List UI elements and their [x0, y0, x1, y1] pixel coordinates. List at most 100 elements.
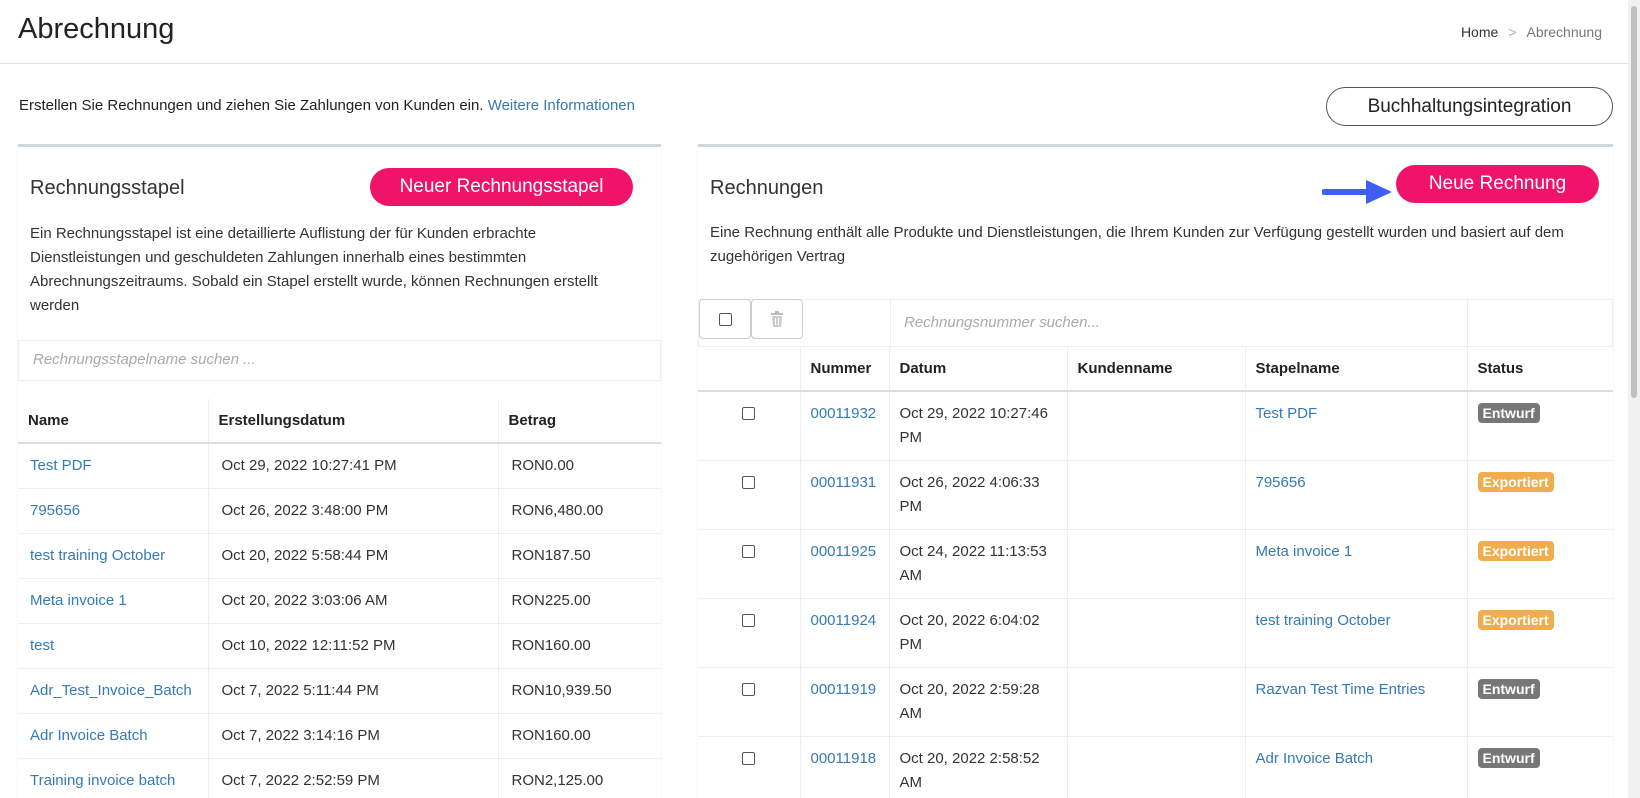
invoice-row[interactable]: 00011918 Oct 20, 2022 2:58:52 AM Adr Invoi…	[698, 736, 1613, 798]
invoice-number-link[interactable]: 00011932	[811, 405, 877, 422]
invoice-status-cell: Entwurf	[1467, 736, 1613, 798]
invoice-customer-cell	[1067, 667, 1246, 737]
batch-created-cell: Oct 7, 2022 2:52:59 PM	[208, 758, 499, 798]
batch-name-link[interactable]: Adr_Test_Invoice_Batch	[30, 682, 192, 699]
invoice-row[interactable]: 00011919 Oct 20, 2022 2:59:28 AM Razvan Te…	[698, 667, 1613, 737]
invoice-select-cell	[698, 529, 801, 599]
batch-search-input[interactable]	[33, 351, 633, 368]
invoice-status-cell: Entwurf	[1467, 667, 1613, 737]
batch-created-cell: Oct 7, 2022 3:14:16 PM	[208, 713, 499, 759]
row-checkbox[interactable]	[742, 751, 756, 765]
breadcrumb-home-link[interactable]: Home	[1461, 24, 1498, 40]
batch-row[interactable]: Adr Invoice Batch Oct 7, 2022 3:14:16 PM R…	[18, 713, 661, 759]
column-header-number[interactable]: Nummer	[800, 347, 890, 392]
invoice-number-cell: 00011932	[800, 391, 890, 461]
status-badge: Entwurf	[1477, 678, 1540, 699]
batch-row[interactable]: 795656 Oct 26, 2022 3:48:00 PM RON6,480.00	[18, 488, 661, 534]
new-batch-button[interactable]: Neuer Rechnungsstapel	[370, 168, 633, 206]
invoice-row[interactable]: 00011924 Oct 20, 2022 6:04:02 PM test trai…	[698, 598, 1613, 668]
column-header-amount[interactable]: Betrag	[498, 399, 661, 444]
batch-name-link[interactable]: Test PDF	[30, 457, 92, 474]
invoice-date-cell: Oct 20, 2022 6:04:02 PM	[889, 598, 1068, 668]
batch-created-cell: Oct 10, 2022 12:11:52 PM	[208, 623, 499, 669]
invoice-select-cell	[698, 598, 801, 668]
status-badge: Exportiert	[1477, 471, 1554, 492]
batch-row[interactable]: Meta invoice 1 Oct 20, 2022 3:03:06 AM RON…	[18, 578, 661, 624]
batch-created-cell: Oct 20, 2022 3:03:06 AM	[208, 578, 499, 624]
column-header-status[interactable]: Status	[1467, 347, 1613, 392]
invoice-row[interactable]: 00011931 Oct 26, 2022 4:06:33 PM 795656 Exp…	[698, 460, 1613, 530]
batch-amount-cell: RON160.00	[498, 713, 661, 759]
invoice-batch-link[interactable]: Meta invoice 1	[1256, 543, 1353, 560]
column-header-name[interactable]: Name	[18, 399, 209, 444]
invoice-number-link[interactable]: 00011931	[811, 474, 877, 491]
invoice-number-link[interactable]: 00011925	[811, 543, 877, 560]
invoice-row[interactable]: 00011932 Oct 29, 2022 10:27:46 PM Test PDF…	[698, 391, 1613, 461]
status-badge: Entwurf	[1477, 403, 1540, 423]
batch-row[interactable]: Training invoice batch Oct 7, 2022 2:52:5…	[18, 758, 661, 798]
accounting-integration-button[interactable]: Buchhaltungsintegration	[1326, 87, 1613, 126]
invoice-batches-panel: Rechnungsstapel Neuer Rechnungsstapel Ei…	[18, 144, 661, 798]
invoice-batch-link[interactable]: test training October	[1256, 612, 1391, 629]
row-checkbox[interactable]	[742, 544, 756, 558]
invoice-number-cell: 00011924	[800, 598, 890, 668]
batch-name-cell: Adr Invoice Batch	[18, 713, 209, 759]
arrow-right-icon	[1322, 180, 1392, 204]
batch-amount-cell: RON10,939.50	[498, 668, 661, 714]
invoice-customer-cell	[1067, 736, 1246, 798]
invoice-batch-cell: test training October	[1245, 598, 1468, 668]
invoice-select-cell	[698, 460, 801, 530]
row-checkbox[interactable]	[742, 407, 756, 420]
batch-name-link[interactable]: Training invoice batch	[30, 772, 175, 789]
new-invoice-button[interactable]: Neue Rechnung	[1396, 165, 1599, 203]
row-checkbox[interactable]	[742, 682, 756, 696]
row-checkbox[interactable]	[742, 475, 756, 489]
batch-name-link[interactable]: Adr Invoice Batch	[30, 727, 148, 744]
batch-created-cell: Oct 20, 2022 5:58:44 PM	[208, 533, 499, 579]
invoice-status-cell: Exportiert	[1467, 598, 1613, 668]
invoice-number-cell: 00011918	[800, 736, 890, 798]
select-all-button[interactable]	[699, 299, 751, 339]
page-scrollbar[interactable]	[1628, 0, 1640, 798]
invoice-number-link[interactable]: 00011919	[811, 681, 877, 698]
intro-text: Erstellen Sie Rechnungen und ziehen Sie …	[19, 97, 635, 114]
status-badge: Entwurf	[1477, 747, 1540, 768]
batch-row[interactable]: test Oct 10, 2022 12:11:52 PM RON160.00	[18, 623, 661, 669]
batch-row[interactable]: test training October Oct 20, 2022 5:58:4…	[18, 533, 661, 579]
batch-name-link[interactable]: test training October	[30, 547, 165, 564]
batches-table: Name Erstellungsdatum Betrag Test PDF Oct…	[18, 399, 661, 798]
column-header-date[interactable]: Datum	[889, 347, 1068, 392]
invoice-search-input[interactable]	[904, 314, 1444, 331]
invoice-number-link[interactable]: 00011924	[811, 612, 877, 629]
batch-created-cell: Oct 26, 2022 3:48:00 PM	[208, 488, 499, 534]
invoice-batch-link[interactable]: Test PDF	[1256, 405, 1318, 422]
batch-name-link[interactable]: Meta invoice 1	[30, 592, 127, 609]
invoice-row[interactable]: 00011925 Oct 24, 2022 11:13:53 AM Meta inv…	[698, 529, 1613, 599]
invoice-number-link[interactable]: 00011918	[811, 750, 877, 767]
invoice-date-cell: Oct 24, 2022 11:13:53 AM	[889, 529, 1068, 599]
scrollbar-thumb[interactable]	[1631, 6, 1637, 398]
batch-row[interactable]: Test PDF Oct 29, 2022 10:27:41 PM RON0.00	[18, 443, 661, 489]
column-header-customer[interactable]: Kundenname	[1067, 347, 1246, 392]
column-header-created[interactable]: Erstellungsdatum	[208, 399, 499, 444]
batch-name-link[interactable]: 795656	[30, 502, 80, 519]
trash-icon	[771, 311, 783, 327]
batch-row[interactable]: Adr_Test_Invoice_Batch Oct 7, 2022 5:11:4…	[18, 668, 661, 714]
batch-name-link[interactable]: test	[30, 637, 54, 654]
invoices-panel: Rechnungen Neue Rechnung Eine Rechnung e…	[698, 144, 1613, 798]
delete-button[interactable]	[751, 299, 803, 339]
invoice-batch-link[interactable]: Razvan Test Time Entries	[1256, 681, 1426, 698]
batch-name-cell: Training invoice batch	[18, 758, 209, 798]
row-checkbox[interactable]	[742, 613, 756, 627]
column-header-select	[698, 347, 801, 392]
more-info-link[interactable]: Weitere Informationen	[488, 97, 635, 114]
invoice-batch-cell: Meta invoice 1	[1245, 529, 1468, 599]
intro-sentence: Erstellen Sie Rechnungen und ziehen Sie …	[19, 97, 484, 114]
batches-title: Rechnungsstapel	[30, 177, 185, 199]
invoice-batch-link[interactable]: Adr Invoice Batch	[1256, 750, 1374, 767]
batch-name-cell: Test PDF	[18, 443, 209, 489]
invoice-date-cell: Oct 29, 2022 10:27:46 PM	[889, 391, 1068, 461]
column-header-batch[interactable]: Stapelname	[1245, 347, 1468, 392]
batch-name-cell: 795656	[18, 488, 209, 534]
invoice-batch-link[interactable]: 795656	[1256, 474, 1306, 491]
